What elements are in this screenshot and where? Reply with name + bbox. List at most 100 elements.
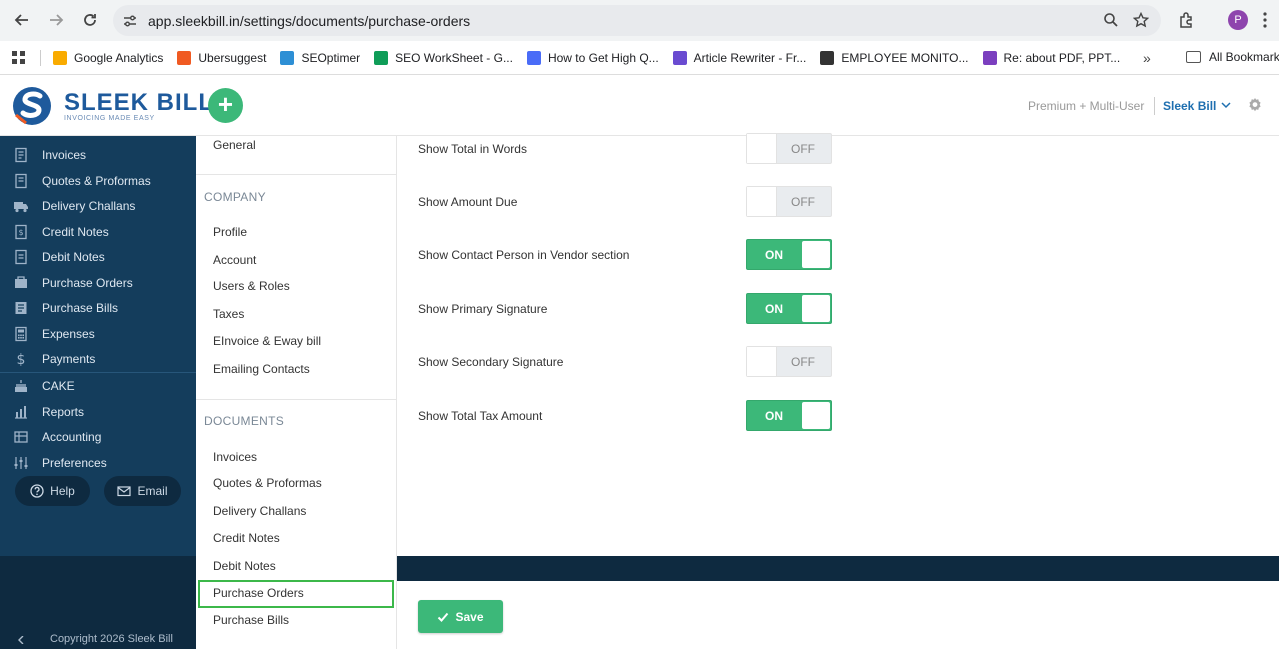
bookmark-item[interactable]: Google Analytics (53, 50, 163, 65)
submenu-document-item[interactable]: Debit Notes (213, 559, 276, 573)
submenu-company-item[interactable]: Users & Roles (213, 279, 290, 293)
profile-avatar[interactable]: P (1228, 10, 1248, 30)
footer-band (397, 556, 1279, 581)
bookmark-label: Article Rewriter - Fr... (693, 50, 807, 65)
submenu-company-item[interactable]: Profile (213, 225, 247, 239)
bookmark-item[interactable]: SEOptimer (280, 50, 360, 65)
toggle-state-text: ON (765, 409, 783, 423)
submenu-company-item[interactable]: Account (213, 253, 256, 267)
folder-icon (1186, 51, 1201, 63)
action-bar: Save (397, 581, 1279, 649)
setting-toggle[interactable]: ON (746, 239, 832, 270)
site-settings-icon[interactable] (122, 13, 138, 29)
back-arrow-icon[interactable] (11, 9, 33, 31)
purchase-bill-icon (13, 300, 29, 316)
bookmark-item[interactable]: Ubersuggest (177, 50, 266, 65)
sidebar-item-credit-notes[interactable]: $ Credit Notes (0, 219, 196, 244)
sidebar-item-label: Payments (42, 351, 96, 366)
logo-tagline: INVOICING MADE EASY (64, 114, 155, 122)
apps-grid-icon[interactable] (12, 50, 26, 65)
setting-toggle[interactable]: OFF (746, 133, 832, 164)
address-bar[interactable]: app.sleekbill.in/settings/documents/purc… (113, 5, 1161, 36)
setting-toggle[interactable]: ON (746, 293, 832, 324)
all-bookmarks[interactable]: All Bookmarks (1186, 50, 1279, 64)
submenu-document-item-active[interactable]: Purchase Orders (213, 586, 304, 600)
bookmark-item[interactable]: Re: about PDF, PPT... (982, 50, 1120, 65)
setting-toggle[interactable]: OFF (746, 346, 832, 377)
credit-note-icon: $ (13, 224, 29, 240)
help-label: Help (50, 484, 75, 498)
app-header: SLEEK BILL INVOICING MADE EASY + Premium… (0, 75, 1279, 136)
email-button[interactable]: Email (104, 476, 181, 506)
sidebar-item-label: Accounting (42, 429, 102, 444)
toggle-knob (802, 295, 830, 322)
setting-label: Show Total in Words (418, 142, 527, 156)
dollar-icon: $ (13, 351, 29, 367)
sidebar-item-cake[interactable]: CAKE (0, 373, 196, 398)
submenu-document-item[interactable]: Delivery Challans (213, 504, 306, 518)
submenu-document-item[interactable]: Credit Notes (213, 531, 280, 545)
submenu-general[interactable]: General (213, 138, 256, 152)
extensions-puzzle-icon[interactable] (1178, 11, 1196, 29)
submenu-document-item[interactable]: Invoices (213, 450, 257, 464)
toggle-knob (802, 241, 830, 268)
calculator-icon (13, 326, 29, 342)
submenu-document-item[interactable]: Purchase Bills (213, 613, 289, 627)
quick-add-button[interactable]: + (208, 88, 243, 123)
reload-icon[interactable] (79, 9, 101, 31)
chevron-down-icon[interactable] (1221, 99, 1231, 109)
gear-icon[interactable] (1247, 97, 1263, 113)
setting-toggle[interactable]: ON (746, 400, 832, 431)
forward-arrow-icon[interactable] (45, 9, 67, 31)
submenu-company-item[interactable]: EInvoice & Eway bill (213, 334, 321, 348)
settings-submenu: General COMPANY Profile Account Users & Ro… (196, 136, 397, 649)
sidebar-item-debit-notes[interactable]: Debit Notes (0, 244, 196, 269)
sidebar-item-expenses[interactable]: Expenses (0, 321, 196, 346)
sidebar-item-delivery-challans[interactable]: Delivery Challans (0, 193, 196, 218)
header-divider (1154, 97, 1155, 115)
zoom-icon[interactable] (1103, 12, 1119, 28)
more-bookmarks-chevron[interactable]: » (1143, 50, 1151, 66)
settings-panel: Show Total in Words OFF Show Amount Due OFF… (397, 133, 1279, 556)
sidebar-item-label: Invoices (42, 147, 87, 162)
sidebar-item-reports[interactable]: Reports (0, 399, 196, 424)
envelope-icon (117, 484, 132, 498)
submenu-document-item[interactable]: Quotes & Proformas (213, 476, 322, 490)
truck-icon (13, 198, 29, 214)
sidebar-item-preferences[interactable]: Preferences (0, 450, 196, 475)
toggle-knob (747, 347, 777, 376)
help-circle-icon (30, 484, 44, 498)
sidebar-item-purchase-orders[interactable]: Purchase Orders (0, 270, 196, 295)
bookmark-favicon-icon (374, 50, 389, 65)
help-button[interactable]: Help (15, 476, 90, 506)
bookmark-star-icon[interactable] (1132, 11, 1150, 28)
email-label: Email (137, 484, 168, 498)
sleek-bill-logo[interactable]: SLEEK BILL INVOICING MADE EASY (10, 85, 214, 127)
collapse-sidebar-icon[interactable] (17, 635, 25, 644)
save-button[interactable]: Save (418, 600, 503, 633)
bookmark-item[interactable]: Article Rewriter - Fr... (672, 50, 807, 65)
setting-label: Show Amount Due (418, 195, 518, 209)
quote-icon (13, 173, 29, 189)
invoice-icon (13, 147, 29, 163)
setting-toggle[interactable]: OFF (746, 186, 832, 217)
sidebar-item-purchase-bills[interactable]: Purchase Bills (0, 295, 196, 320)
sidebar-item-accounting[interactable]: Accounting (0, 424, 196, 449)
submenu-company-item[interactable]: Taxes (213, 307, 244, 321)
sidebar-item-label: Preferences (42, 455, 107, 470)
bookmark-item[interactable]: SEO WorkSheet - G... (374, 50, 513, 65)
submenu-company-item[interactable]: Emailing Contacts (213, 362, 310, 376)
sidebar-item-invoices[interactable]: Invoices (0, 142, 196, 167)
toggle-state-text: OFF (791, 142, 815, 156)
toggle-knob (747, 134, 777, 163)
bookmark-list: Google Analytics Ubersuggest SEOptimer SEO … (53, 50, 1134, 65)
sidebar-item-quotes-proformas[interactable]: Quotes & Proformas (0, 168, 196, 193)
sidebar-item-payments[interactable]: $ Payments (0, 346, 196, 371)
sidebar-item-label: Purchase Bills (42, 300, 119, 315)
browser-menu-icon[interactable] (1262, 11, 1268, 29)
company-switcher[interactable]: Sleek Bill (1163, 99, 1216, 113)
sliders-icon (13, 455, 29, 471)
bookmark-item[interactable]: EMPLOYEE MONITO... (820, 50, 969, 65)
bookmark-item[interactable]: How to Get High Q... (526, 50, 659, 65)
save-label: Save (455, 609, 484, 624)
